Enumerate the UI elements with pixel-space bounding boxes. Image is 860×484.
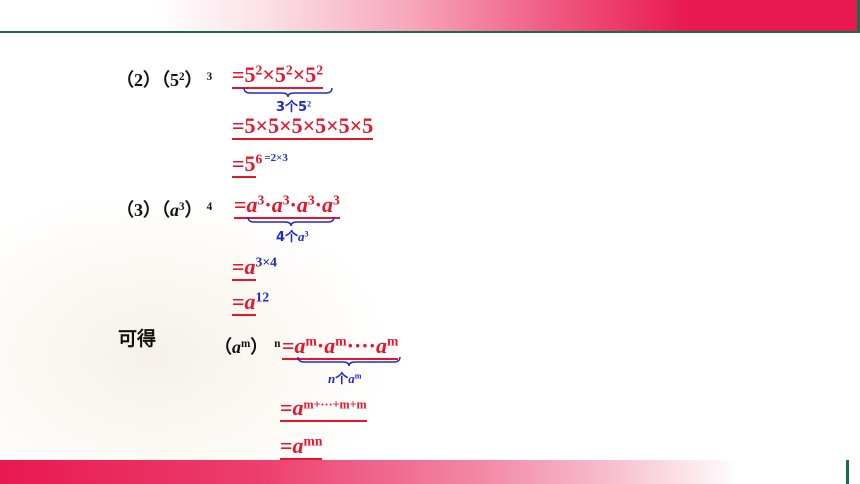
row3-label-text: （3）（	[116, 200, 170, 220]
kede-label: 可得	[118, 328, 157, 350]
row3-step2: =a3×4	[232, 254, 277, 281]
general-brace-label: n个am	[328, 368, 361, 387]
general-label-outer-sup: n	[274, 337, 281, 350]
general-brace-text: 个	[335, 372, 349, 387]
row3-t3: a	[296, 192, 308, 217]
row3-t3-exp: 3	[307, 192, 315, 208]
footer-accent	[846, 460, 849, 484]
row2-expansion: =52×52×52	[232, 62, 324, 89]
row3-dot3: ·	[314, 192, 323, 217]
general-eq3-var: a	[292, 433, 304, 458]
row2-eq3-exp: 6	[255, 151, 263, 167]
row3-label-close: ）	[184, 200, 203, 220]
general-label-sup: m	[241, 337, 251, 350]
general-label-open: （	[214, 337, 232, 357]
row2-eq1-p3: 2	[316, 62, 324, 78]
row3-eq3-var: a	[244, 289, 256, 314]
row3-eq3-base: =	[232, 289, 245, 314]
row2-eq3-note: =2×3	[264, 152, 288, 165]
general-label: （am） n	[214, 333, 281, 359]
general-step2: =am+···+m+m	[280, 395, 367, 422]
general-eq1-pre: =	[282, 333, 295, 358]
row3-t1: a	[246, 192, 258, 217]
row3-result: =a12	[232, 289, 270, 316]
row3-eq1-pre: =	[234, 192, 247, 217]
general-brace	[297, 356, 401, 367]
row3-eq2-var: a	[244, 254, 256, 279]
row3-eq3-exp: 12	[255, 289, 270, 305]
general-t3-exp: m	[386, 333, 399, 349]
row2-brace-sup: 2	[307, 99, 312, 109]
row2-eq2: =5×5×5×5×5×5	[232, 113, 374, 140]
row2-label-outer-sup: 3	[206, 70, 213, 83]
footer-band	[0, 460, 860, 484]
row2-product: =5×5×5×5×5×5	[232, 113, 374, 140]
row3-brace-text: 4个	[276, 230, 299, 245]
row3-label-outer-sup: 4	[206, 200, 213, 213]
general-label-close: ）	[250, 337, 269, 357]
row2-label-text: （2）（5	[116, 70, 179, 90]
header-band	[0, 0, 860, 31]
general-t2-exp: m	[335, 333, 347, 349]
row3-dot1: ·	[264, 192, 272, 217]
row2-eq1-a: =5	[232, 62, 256, 87]
general-eq3-pre: =	[280, 433, 293, 458]
row3-t2: a	[271, 192, 283, 217]
row3-brace-label: 4个a3	[276, 226, 309, 245]
row2-eq1-c: ×5	[292, 62, 317, 87]
row3-label: （3）（a3） 4	[116, 196, 212, 222]
row3-dot2: ·	[289, 192, 297, 217]
header-rule	[0, 31, 860, 33]
general-t1-exp: m	[305, 333, 317, 349]
row2-eq3-base: =5	[232, 151, 256, 178]
general-label-var: a	[232, 337, 241, 357]
row3-eq2-exp: 3×4	[255, 254, 277, 270]
row3-t4-exp: 3	[333, 192, 340, 208]
row2-eq1-b: ×5	[262, 62, 286, 87]
row3-t2-exp: 3	[282, 192, 290, 208]
general-brace-sup: m	[354, 371, 362, 381]
row2-eq1-p2: 2	[285, 62, 293, 78]
general-eq2-exp: m+···+m+m	[303, 397, 367, 412]
row3-t4: a	[322, 192, 334, 217]
row2-result: =56 =2×3	[232, 151, 288, 178]
general-eq2-pre: =	[280, 395, 293, 420]
general-eq2-var: a	[292, 395, 304, 420]
row2-label-close: ）	[184, 70, 203, 90]
row2-label: （2）（52） 3	[116, 66, 212, 92]
general-result: =amn	[280, 433, 323, 460]
row3-eq2-base: =	[232, 254, 245, 279]
row3-brace-sup: 3	[304, 229, 309, 239]
general-eq3-exp: mn	[303, 433, 323, 449]
row3-label-var: a	[170, 200, 179, 220]
